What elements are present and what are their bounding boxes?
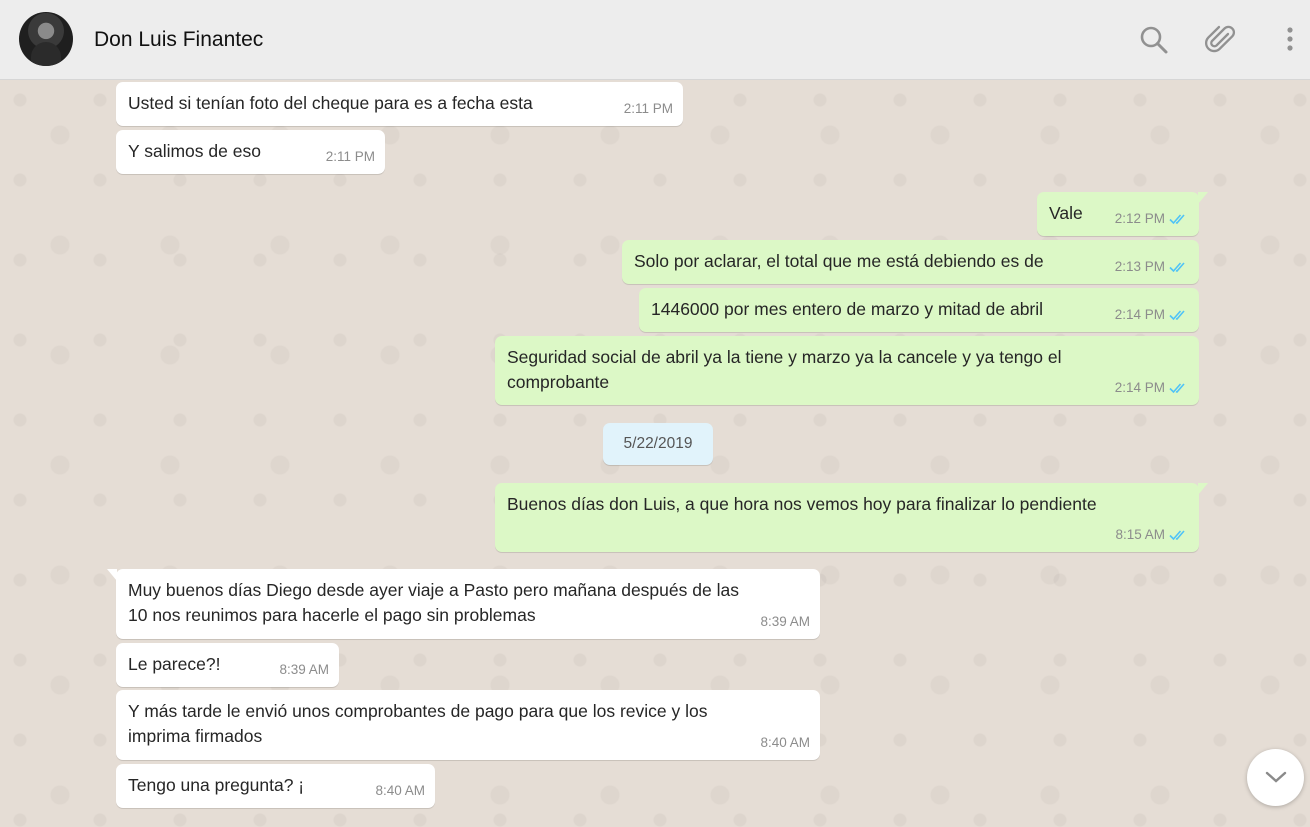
read-ticks-icon: [1169, 529, 1185, 540]
message-time: 2:12 PM: [1114, 211, 1165, 226]
message-incoming[interactable]: Tengo una pregunta? ¡ 8:40 AM: [116, 764, 435, 808]
read-ticks-icon: [1169, 261, 1185, 272]
message-text: Le parece?!: [128, 654, 221, 674]
contact-name[interactable]: Don Luis Finantec: [94, 28, 263, 52]
message-incoming[interactable]: Y más tarde le envió unos comprobantes d…: [116, 690, 820, 760]
message-incoming[interactable]: Y salimos de eso 2:11 PM: [116, 130, 385, 174]
message-time: 8:15 AM: [1115, 527, 1165, 542]
message-incoming[interactable]: Muy buenos días Diego desde ayer viaje a…: [107, 569, 820, 639]
message-time: 8:39 AM: [760, 614, 810, 629]
search-icon[interactable]: [1136, 22, 1172, 58]
scroll-to-bottom-button[interactable]: [1247, 749, 1304, 806]
message-text: Y salimos de eso: [128, 141, 261, 161]
read-ticks-icon: [1169, 309, 1185, 320]
message-time: 2:14 PM: [1114, 307, 1165, 322]
message-time: 8:40 AM: [375, 783, 425, 798]
read-ticks-icon: [1169, 382, 1185, 393]
message-time: 2:14 PM: [1114, 380, 1165, 395]
message-text: Usted si tenían foto del cheque para es …: [128, 93, 533, 113]
message-text: Y más tarde le envió unos comprobantes d…: [128, 701, 708, 746]
message-time: 2:11 PM: [623, 101, 673, 116]
contact-avatar[interactable]: [19, 12, 73, 66]
menu-icon[interactable]: [1272, 22, 1308, 58]
message-incoming[interactable]: Usted si tenían foto del cheque para es …: [116, 82, 683, 126]
message-text: Solo por aclarar, el total que me está d…: [634, 251, 1044, 271]
message-text: 1446000 por mes entero de marzo y mitad …: [651, 299, 1044, 319]
message-text: Tengo una pregunta? ¡: [128, 775, 305, 795]
message-outgoing[interactable]: Solo por aclarar, el total que me está d…: [622, 240, 1199, 284]
attach-icon[interactable]: [1203, 22, 1239, 58]
message-text: Vale: [1049, 203, 1083, 223]
chat-header: Don Luis Finantec: [0, 0, 1310, 80]
read-ticks-icon: [1169, 213, 1185, 224]
message-list[interactable]: Usted si tenían foto del cheque para es …: [0, 80, 1310, 827]
chevron-down-icon: [1265, 771, 1287, 783]
message-time: 8:40 AM: [760, 735, 810, 750]
message-outgoing[interactable]: 1446000 por mes entero de marzo y mitad …: [639, 288, 1199, 332]
message-outgoing[interactable]: Buenos días don Luis, a que hora nos vem…: [495, 483, 1208, 552]
date-separator: 5/22/2019: [603, 423, 713, 465]
message-outgoing[interactable]: Vale 2:12 PM: [1037, 192, 1208, 236]
message-text: Muy buenos días Diego desde ayer viaje a…: [128, 580, 739, 625]
message-time: 8:39 AM: [279, 662, 329, 677]
message-time: 2:13 PM: [1114, 259, 1165, 274]
message-text: Seguridad social de abril ya la tiene y …: [507, 347, 1062, 392]
message-time: 2:11 PM: [325, 149, 375, 164]
message-outgoing[interactable]: Seguridad social de abril ya la tiene y …: [495, 336, 1199, 405]
message-text: Buenos días don Luis, a que hora nos vem…: [507, 494, 1097, 514]
message-incoming[interactable]: Le parece?! 8:39 AM: [116, 643, 339, 687]
